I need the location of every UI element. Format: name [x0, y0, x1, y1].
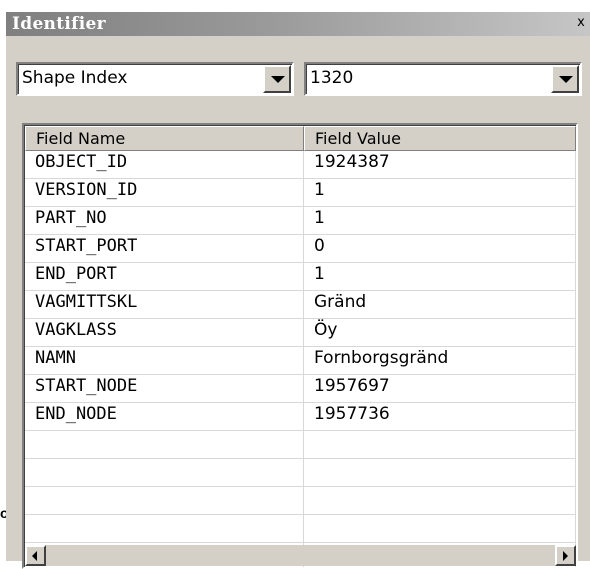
scroll-left-button[interactable] [25, 545, 46, 566]
field-name-cell: VAGKLASS [25, 319, 304, 347]
table-row[interactable]: VERSION_ID 1 [25, 179, 576, 207]
shape-select-value: 1320 [310, 68, 354, 88]
field-name-cell: START_NODE [25, 375, 304, 403]
identifier-panel: Identifier x Shape Index 1320 Field Name… [6, 12, 590, 569]
table-row[interactable]: START_PORT 0 [25, 235, 576, 263]
field-name-cell [25, 515, 304, 543]
chevron-down-icon [271, 76, 285, 83]
layer-dropdown-button[interactable] [263, 65, 291, 93]
field-value-cell: 1 [304, 179, 576, 207]
attribute-grid-inner: Field Name Field Value OBJECT_ID 1924387 V… [24, 125, 576, 567]
field-value-cell: Gränd [304, 291, 576, 319]
title-bar[interactable]: Identifier [6, 12, 590, 36]
scroll-right-button[interactable] [555, 545, 576, 566]
field-value-cell: 1957736 [304, 403, 576, 431]
grid-header: Field Name Field Value [25, 126, 576, 151]
column-header-field-value[interactable]: Field Value [304, 126, 576, 151]
panel-title: Identifier [12, 14, 106, 34]
attribute-grid: Field Name Field Value OBJECT_ID 1924387 V… [22, 123, 578, 569]
arrow-right-icon [563, 551, 568, 561]
field-value-cell: 1 [304, 263, 576, 291]
horizontal-scrollbar[interactable] [25, 545, 576, 566]
field-value-cell [304, 431, 576, 459]
field-value-cell: Öy [304, 319, 576, 347]
table-row[interactable]: END_NODE 1957736 [25, 403, 576, 431]
field-name-cell: PART_NO [25, 207, 304, 235]
chevron-down-icon [559, 76, 573, 83]
field-name-cell: START_PORT [25, 235, 304, 263]
table-row[interactable] [25, 487, 576, 515]
field-name-cell [25, 459, 304, 487]
field-value-cell: 0 [304, 235, 576, 263]
field-name-cell [25, 487, 304, 515]
table-row[interactable] [25, 515, 576, 543]
field-value-cell: 1 [304, 207, 576, 235]
table-row[interactable]: OBJECT_ID 1924387 [25, 151, 576, 179]
field-value-cell: Fornborgsgränd [304, 347, 576, 375]
layer-select-value: Shape Index [22, 68, 128, 88]
field-value-cell: 1957697 [304, 375, 576, 403]
field-value-cell: 1924387 [304, 151, 576, 179]
field-name-cell: OBJECT_ID [25, 151, 304, 179]
table-row[interactable] [25, 431, 576, 459]
table-row[interactable]: START_NODE 1957697 [25, 375, 576, 403]
field-name-cell: VAGMITTSKL [25, 291, 304, 319]
layer-select[interactable]: Shape Index [16, 62, 294, 96]
field-name-cell: END_PORT [25, 263, 304, 291]
field-name-cell: VERSION_ID [25, 179, 304, 207]
shape-dropdown-button[interactable] [551, 65, 579, 93]
field-name-cell [25, 431, 304, 459]
column-header-field-name[interactable]: Field Name [25, 126, 304, 151]
field-value-cell [304, 459, 576, 487]
arrow-left-icon [32, 551, 37, 561]
table-row[interactable]: VAGKLASS Öy [25, 319, 576, 347]
table-row[interactable]: NAMN Fornborgsgränd [25, 347, 576, 375]
shape-select[interactable]: 1320 [304, 62, 582, 96]
field-name-cell: NAMN [25, 347, 304, 375]
field-name-cell: END_NODE [25, 403, 304, 431]
table-row[interactable]: VAGMITTSKL Gränd [25, 291, 576, 319]
close-icon[interactable]: x [574, 16, 588, 30]
table-row[interactable]: END_PORT 1 [25, 263, 576, 291]
field-value-cell [304, 487, 576, 515]
field-value-cell [304, 515, 576, 543]
table-row[interactable] [25, 459, 576, 487]
table-row[interactable]: PART_NO 1 [25, 207, 576, 235]
